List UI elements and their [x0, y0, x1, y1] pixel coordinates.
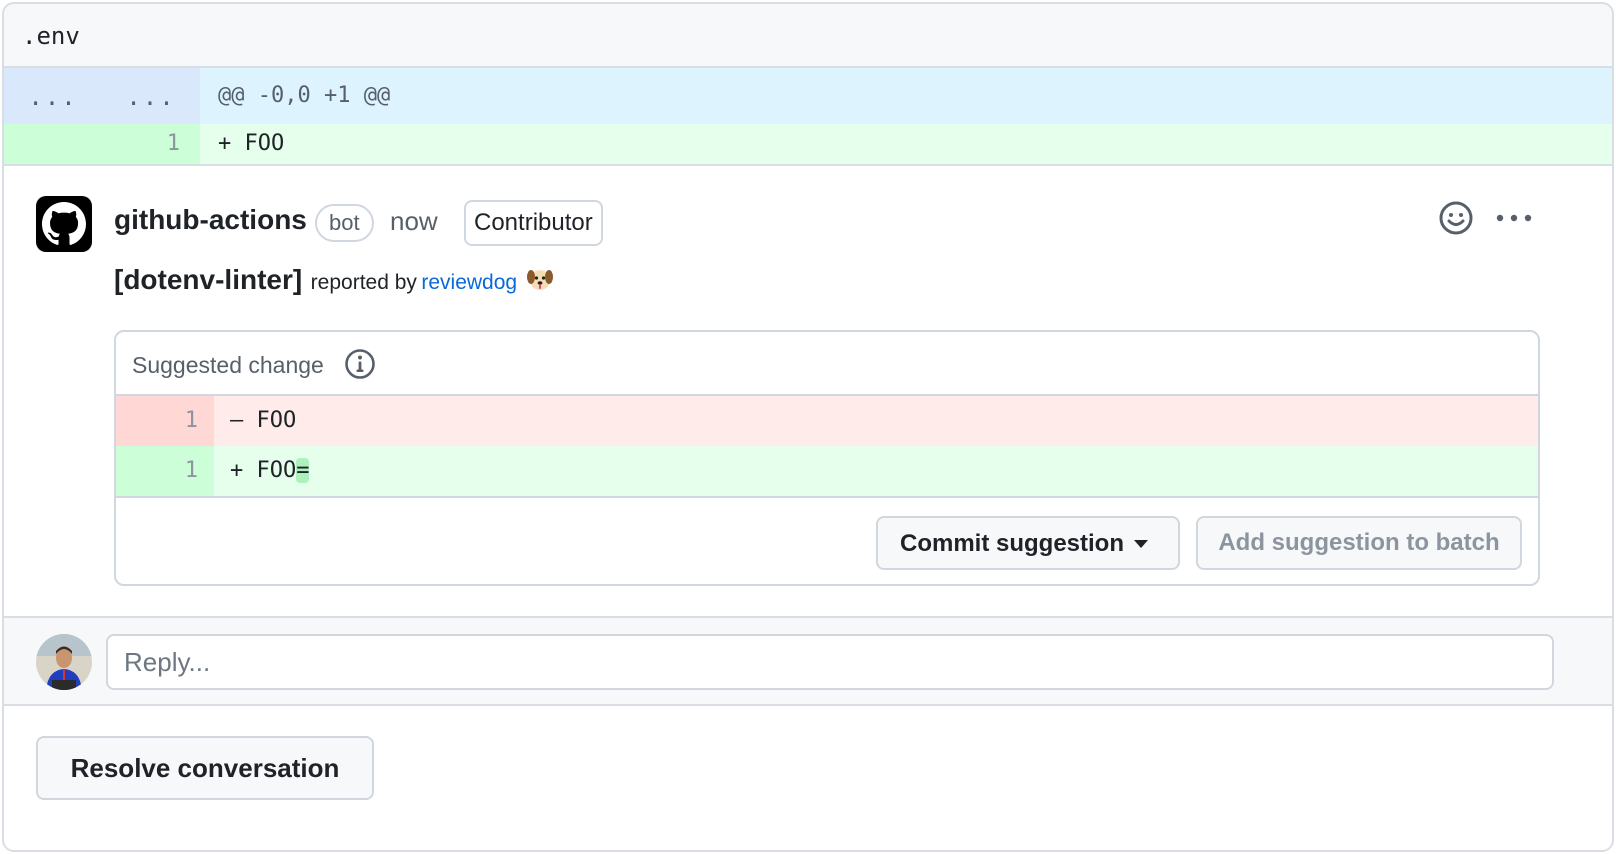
add-suggestion-to-batch-button[interactable]: Add suggestion to batch	[1196, 516, 1522, 570]
kebab-horizontal-icon[interactable]	[1494, 210, 1534, 226]
line-number-gutter: 1	[4, 124, 200, 164]
triangle-down-icon	[1134, 540, 1148, 548]
dog-face-icon	[526, 265, 554, 298]
line-number-gutter: 1	[116, 396, 214, 446]
comment-timestamp[interactable]: now	[390, 206, 438, 237]
suggestion-deleted-line: 1 – FOO	[116, 396, 1538, 446]
comment-body: [dotenv-linter] reported by reviewdog	[114, 264, 554, 298]
suggested-change-box: Suggested change 1 – FOO 1 + FOO= Commit…	[114, 330, 1540, 586]
suggestion-header: Suggested change	[116, 332, 1538, 396]
review-thread-card: .env ... ... @@ -0,0 +1 @@ 1 + FOO githu…	[2, 2, 1614, 852]
line-number[interactable]: 1	[167, 124, 180, 164]
contributor-badge: Contributor	[464, 200, 603, 246]
added-code-prefix: + FOO	[230, 458, 297, 483]
reported-by-text: reported by	[310, 271, 417, 294]
suggestion-title: Suggested change	[132, 352, 324, 378]
diff-hunk-row: ... ... @@ -0,0 +1 @@	[4, 68, 1612, 124]
commit-suggestion-button[interactable]: Commit suggestion	[876, 516, 1180, 570]
added-code: + FOO=	[230, 446, 310, 496]
diff-added-line: 1 + FOO	[4, 124, 1612, 166]
file-name[interactable]: .env	[22, 22, 80, 50]
smiley-icon[interactable]	[1438, 200, 1474, 236]
info-icon[interactable]	[344, 348, 376, 380]
reply-bar	[4, 616, 1612, 706]
line-number: 1	[184, 408, 198, 433]
file-header: .env	[4, 4, 1612, 68]
added-code-highlight: =	[296, 458, 310, 483]
suggestion-added-line: 1 + FOO=	[116, 446, 1538, 498]
avatar	[36, 634, 92, 690]
comment-author[interactable]: github-actions	[114, 204, 307, 236]
linter-name: [dotenv-linter]	[114, 264, 303, 295]
hunk-header: @@ -0,0 +1 @@	[218, 83, 391, 108]
bot-badge: bot	[315, 204, 374, 242]
github-logo-icon[interactable]	[36, 196, 92, 252]
reply-input[interactable]	[106, 634, 1554, 690]
commit-suggestion-label: Commit suggestion	[900, 530, 1125, 557]
line-code: + FOO	[218, 131, 285, 156]
expand-down-button[interactable]: ...	[102, 68, 200, 124]
expand-up-button[interactable]: ...	[4, 68, 102, 124]
deleted-code: – FOO	[230, 408, 297, 433]
line-number: 1	[184, 458, 198, 483]
reviewdog-link[interactable]: reviewdog	[421, 271, 517, 294]
line-number-gutter: 1	[116, 446, 214, 496]
resolve-conversation-button[interactable]: Resolve conversation	[36, 736, 374, 800]
